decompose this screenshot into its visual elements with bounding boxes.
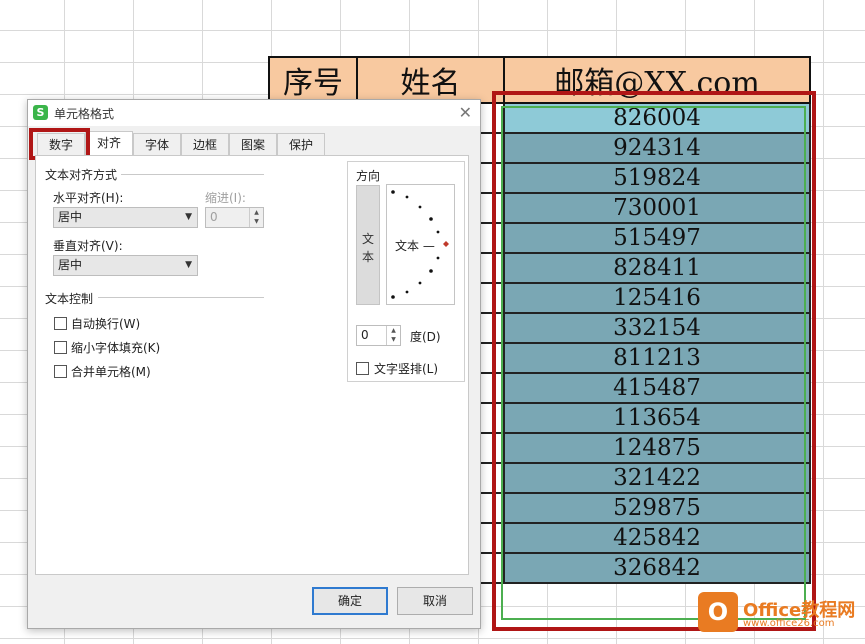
tab-alignment[interactable]: 对齐: [85, 131, 133, 157]
indent-label: 缩进(I):: [205, 191, 246, 205]
ok-button[interactable]: 确定: [312, 587, 388, 615]
vertical-layout-label: 文字竖排(L): [374, 362, 439, 376]
email-cell[interactable]: 811213: [503, 342, 811, 374]
horizontal-align-label: 水平对齐(H):: [53, 191, 124, 205]
email-cell[interactable]: 125416: [503, 282, 811, 314]
email-cell[interactable]: 515497: [503, 222, 811, 254]
email-cell[interactable]: 924314: [503, 132, 811, 164]
dialog-titlebar[interactable]: S 单元格格式 ✕: [28, 100, 480, 126]
horizontal-align-select[interactable]: 居中 ▼: [53, 207, 198, 228]
orientation-dial-text: 文本 —: [395, 239, 435, 253]
merge-cells-label: 合并单元格(M): [71, 365, 151, 379]
tab-font[interactable]: 字体: [133, 133, 181, 155]
degree-spinner[interactable]: 0 ▲ ▼: [356, 325, 401, 346]
header-email[interactable]: 邮箱@XX.com: [503, 56, 811, 104]
email-cell[interactable]: 529875: [503, 492, 811, 524]
wrap-text-checkbox[interactable]: [54, 317, 67, 330]
cancel-button[interactable]: 取消: [397, 587, 473, 615]
vertical-text-button[interactable]: 文本: [356, 185, 380, 305]
shrink-to-fit-checkbox[interactable]: [54, 341, 67, 354]
spinner-arrows-icon: ▲ ▼: [386, 326, 400, 345]
tab-pattern[interactable]: 图案: [229, 133, 277, 155]
wrap-text-label: 自动换行(W): [71, 317, 141, 331]
spinner-arrows-icon: ▲ ▼: [249, 208, 263, 227]
wps-app-icon: S: [33, 105, 48, 120]
vertical-text-label: 文本: [362, 232, 375, 264]
close-icon[interactable]: ✕: [459, 103, 472, 122]
email-cell[interactable]: 326842: [503, 552, 811, 584]
email-cell[interactable]: 826004: [503, 102, 811, 134]
format-cells-dialog: S 单元格格式 ✕ 数字 对齐 字体 边框 图案 保护 文本对齐方式 水平对齐(…: [27, 99, 481, 629]
dropdown-arrow-icon: ▼: [185, 212, 192, 222]
degree-value: 0: [361, 328, 369, 342]
dropdown-arrow-icon: ▼: [185, 260, 192, 270]
horizontal-align-value: 居中: [58, 210, 83, 224]
header-name[interactable]: 姓名: [356, 56, 505, 104]
shrink-to-fit-label: 缩小字体填充(K): [71, 341, 161, 355]
vertical-align-value: 居中: [58, 258, 83, 272]
orientation-group: 方向 文本 文本 — 0 ▲ ▼ 度(D) 文字竖排(L): [347, 161, 465, 382]
email-cell[interactable]: 519824: [503, 162, 811, 194]
section-divider: [98, 297, 264, 298]
watermark-url: www.office26.com: [743, 618, 835, 629]
office-logo-icon: O: [698, 592, 738, 632]
email-cell[interactable]: 321422: [503, 462, 811, 494]
tab-protection[interactable]: 保护: [277, 133, 325, 155]
tab-border[interactable]: 边框: [181, 133, 229, 155]
indent-spinner[interactable]: 0 ▲ ▼: [205, 207, 264, 228]
text-alignment-section-label: 文本对齐方式: [45, 168, 118, 182]
text-control-section-label: 文本控制: [45, 292, 94, 306]
email-cell[interactable]: 730001: [503, 192, 811, 224]
email-cell[interactable]: 124875: [503, 432, 811, 464]
email-cell[interactable]: 113654: [503, 402, 811, 434]
email-cell[interactable]: 828411: [503, 252, 811, 284]
tab-number[interactable]: 数字: [37, 133, 85, 155]
degree-label: 度(D): [410, 330, 441, 344]
header-index[interactable]: 序号: [268, 56, 358, 104]
orientation-label: 方向: [356, 169, 381, 183]
vertical-layout-checkbox[interactable]: [356, 362, 369, 375]
merge-cells-checkbox[interactable]: [54, 365, 67, 378]
orientation-dial[interactable]: 文本 —: [386, 184, 455, 305]
email-cell[interactable]: 332154: [503, 312, 811, 344]
section-divider: [121, 174, 264, 175]
email-cell[interactable]: 425842: [503, 522, 811, 554]
email-cell[interactable]: 415487: [503, 372, 811, 404]
vertical-align-select[interactable]: 居中 ▼: [53, 255, 198, 276]
dialog-title: 单元格格式: [54, 107, 115, 121]
indent-value: 0: [210, 210, 218, 224]
vertical-align-label: 垂直对齐(V):: [53, 239, 123, 253]
